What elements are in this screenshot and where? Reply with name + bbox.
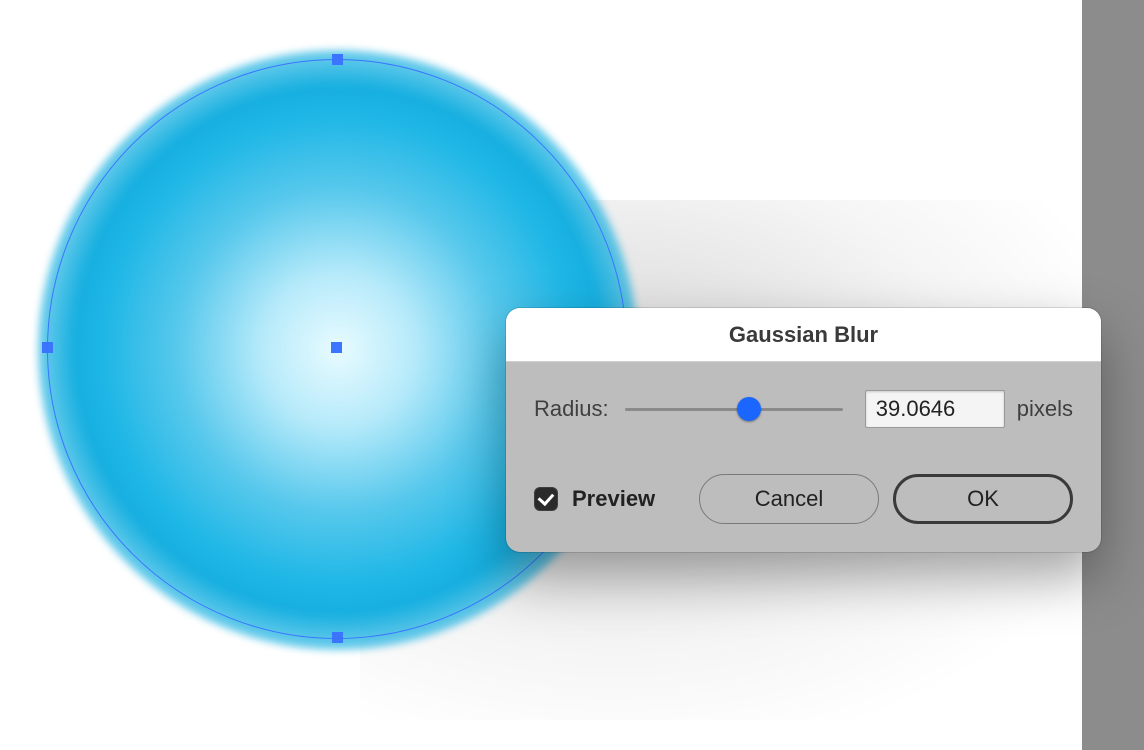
cancel-button[interactable]: Cancel [699, 474, 879, 524]
radius-label: Radius: [534, 396, 609, 422]
preview-label: Preview [572, 486, 655, 512]
dialog-titlebar[interactable]: Gaussian Blur [506, 308, 1101, 362]
ok-label: OK [967, 486, 999, 512]
dialog-title: Gaussian Blur [729, 322, 878, 348]
cancel-label: Cancel [755, 486, 823, 512]
radius-input[interactable]: 39.0646 [865, 390, 1005, 428]
dialog-buttons: Cancel OK [699, 474, 1073, 524]
radius-row: Radius: 39.0646 pixels [534, 390, 1073, 428]
app-stage: Gaussian Blur Radius: 39.0646 pixels [0, 0, 1144, 750]
preview-group: Preview [534, 486, 655, 512]
ok-button[interactable]: OK [893, 474, 1073, 524]
radius-slider[interactable] [625, 397, 843, 421]
radius-value: 39.0646 [876, 396, 956, 422]
slider-track [625, 408, 843, 411]
dialog-body: Radius: 39.0646 pixels [506, 362, 1101, 552]
radius-unit: pixels [1017, 396, 1073, 422]
preview-checkbox[interactable] [534, 487, 558, 511]
checkmark-icon [538, 489, 555, 506]
bottom-row: Preview Cancel OK [534, 474, 1073, 524]
gaussian-blur-dialog: Gaussian Blur Radius: 39.0646 pixels [506, 308, 1101, 552]
slider-thumb[interactable] [737, 397, 761, 421]
document-canvas[interactable]: Gaussian Blur Radius: 39.0646 pixels [0, 0, 1082, 750]
